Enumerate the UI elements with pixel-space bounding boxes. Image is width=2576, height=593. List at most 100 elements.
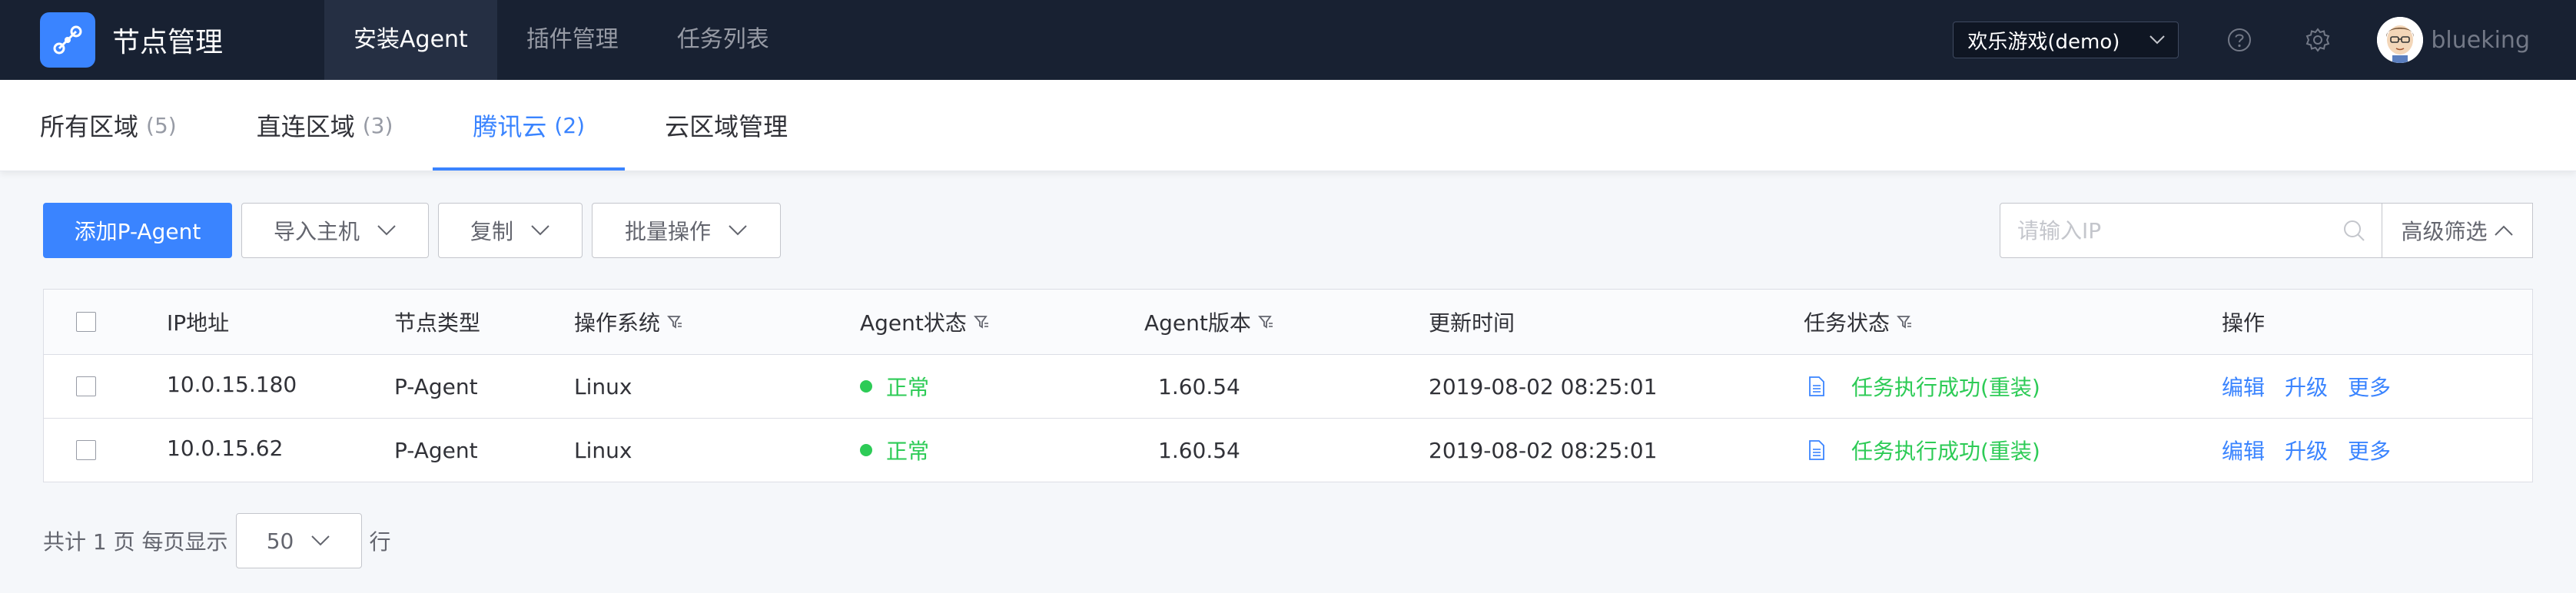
select-all-checkbox[interactable] (76, 312, 96, 332)
top-navbar: 节点管理 安装Agent 插件管理 任务列表 欢乐游戏(demo) blueki… (0, 0, 2576, 80)
tab-all-regions[interactable]: 所有区域 (5) (0, 80, 217, 171)
table-row: 10.0.15.180 P-Agent Linux 正常 1.60.54 201… (44, 355, 2532, 419)
status-dot-icon (860, 444, 872, 456)
import-host-button[interactable]: 导入主机 (241, 203, 429, 258)
nav-plugin-management[interactable]: 插件管理 (497, 0, 648, 80)
header-task-status-label: 任务状态 (1804, 310, 1891, 336)
user-menu[interactable]: blueking (2377, 17, 2530, 63)
tab-label: 所有区域 (40, 112, 139, 141)
tab-direct-region[interactable]: 直连区域 (3) (217, 80, 433, 171)
task-status-text[interactable]: 任务执行成功(重装) (1851, 371, 2040, 402)
chevron-up-icon (2494, 225, 2513, 236)
add-p-agent-button[interactable]: 添加P-Agent (43, 203, 232, 258)
tab-count: (3) (362, 112, 393, 138)
edit-link[interactable]: 编辑 (2222, 435, 2265, 465)
more-link[interactable]: 更多 (2348, 435, 2391, 465)
pagination-suffix: 行 (369, 529, 391, 555)
pagination: 共计 1 页 每页显示 50 行 (43, 513, 391, 568)
tab-label: 腾讯云 (473, 112, 547, 141)
copy-button[interactable]: 复制 (438, 203, 583, 258)
nav-task-list[interactable]: 任务列表 (648, 0, 798, 80)
agent-table: IP地址 节点类型 操作系统 Agent状态 Agent版本 更新时间 任务状态… (43, 289, 2533, 482)
agent-status-text: 正常 (886, 439, 930, 464)
ip-search-input[interactable] (2016, 217, 2342, 244)
page-size-select[interactable]: 50 (235, 513, 362, 568)
row-checkbox[interactable] (76, 440, 96, 460)
upgrade-link[interactable]: 升级 (2285, 371, 2328, 402)
copy-label: 复制 (470, 219, 513, 244)
header-task-status: 任务状态 (1804, 306, 2222, 337)
batch-operation-button[interactable]: 批量操作 (592, 203, 781, 258)
app-root: 节点管理 安装Agent 插件管理 任务列表 欢乐游戏(demo) blueki… (0, 0, 2576, 593)
header-agent-version: Agent版本 (1144, 306, 1429, 337)
cell-agent-status: 正常 (860, 435, 1144, 465)
header-agent-version-label: Agent版本 (1144, 310, 1251, 336)
header-agent-status-label: Agent状态 (860, 310, 967, 336)
pagination-total-text: 共计 1 页 每页显示 (43, 529, 228, 555)
tab-label: 云区域管理 (665, 112, 788, 141)
cell-agent-status: 正常 (860, 371, 1144, 402)
search-icon[interactable] (2342, 218, 2366, 243)
header-operations: 操作 (2222, 310, 2266, 336)
table-header: IP地址 节点类型 操作系统 Agent状态 Agent版本 更新时间 任务状态… (44, 290, 2532, 355)
advanced-filter-label: 高级筛选 (2401, 219, 2488, 244)
cell-ip: 10.0.15.180 (167, 371, 297, 397)
edit-link[interactable]: 编辑 (2222, 371, 2265, 402)
header-os-label: 操作系统 (574, 310, 661, 336)
page-size-value: 50 (266, 528, 294, 554)
tab-count: (5) (146, 112, 177, 138)
chevron-down-icon (311, 535, 330, 546)
cell-agent-version: 1.60.54 (1158, 437, 1240, 463)
chevron-down-icon (377, 225, 396, 236)
business-select-value: 欢乐游戏(demo) (1967, 30, 2120, 54)
business-select[interactable]: 欢乐游戏(demo) (1953, 22, 2179, 58)
status-dot-icon (860, 380, 872, 393)
toolbar: 添加P-Agent 导入主机 复制 批量操作 请输入IP 高级筛选 (43, 203, 2533, 258)
header-update-time: 更新时间 (1429, 310, 1515, 336)
nav-install-agent[interactable]: 安装Agent (324, 0, 497, 80)
cell-update-time: 2019-08-02 08:25:01 (1429, 373, 1658, 399)
tab-cloud-region-management[interactable]: 云区域管理 (625, 80, 828, 171)
cell-operations: 编辑 升级 更多 (2222, 371, 2532, 402)
tab-tencent-cloud[interactable]: 腾讯云 (2) (433, 80, 625, 171)
chevron-down-icon (729, 225, 747, 236)
filter-icon[interactable] (1257, 313, 1274, 330)
more-link[interactable]: 更多 (2348, 371, 2391, 402)
main-nav: 安装Agent 插件管理 任务列表 (324, 0, 798, 80)
advanced-filter-button[interactable]: 高级筛选 (2382, 203, 2533, 258)
app-title: 节点管理 (112, 27, 224, 58)
username: blueking (2431, 26, 2530, 54)
agent-status-text: 正常 (886, 375, 930, 400)
tab-label: 直连区域 (256, 112, 355, 141)
filter-icon[interactable] (1896, 313, 1913, 330)
filter-icon[interactable] (666, 313, 683, 330)
brand[interactable]: 节点管理 (40, 12, 324, 68)
header-os: 操作系统 (574, 306, 860, 337)
cell-task-status: 任务执行成功(重装) (1804, 435, 2222, 465)
header-node-type: 节点类型 (394, 310, 481, 336)
document-icon[interactable] (1808, 376, 1825, 397)
topbar-right: 欢乐游戏(demo) blueking (1953, 0, 2530, 80)
cell-agent-version: 1.60.54 (1158, 373, 1240, 399)
chevron-down-icon (531, 225, 549, 236)
select-all-cell (44, 312, 167, 332)
task-status-text[interactable]: 任务执行成功(重装) (1851, 435, 2040, 465)
table-row: 10.0.15.62 P-Agent Linux 正常 1.60.54 2019… (44, 419, 2532, 482)
cell-os: Linux (574, 373, 632, 399)
cell-update-time: 2019-08-02 08:25:01 (1429, 437, 1658, 463)
tab-count: (2) (554, 112, 586, 138)
filter-icon[interactable] (973, 313, 990, 330)
import-host-label: 导入主机 (273, 219, 360, 244)
help-icon[interactable] (2220, 21, 2259, 59)
cell-operations: 编辑 升级 更多 (2222, 435, 2532, 465)
batch-operation-label: 批量操作 (624, 219, 711, 244)
cell-node-type: P-Agent (394, 437, 478, 463)
chevron-down-icon (2149, 35, 2166, 45)
row-checkbox[interactable] (76, 376, 96, 396)
gear-icon[interactable] (2299, 21, 2337, 59)
document-icon[interactable] (1808, 439, 1825, 461)
cell-node-type: P-Agent (394, 373, 478, 399)
region-tabs: 所有区域 (5) 直连区域 (3) 腾讯云 (2) 云区域管理 (0, 80, 2576, 171)
upgrade-link[interactable]: 升级 (2285, 435, 2328, 465)
header-agent-status: Agent状态 (860, 306, 1144, 337)
